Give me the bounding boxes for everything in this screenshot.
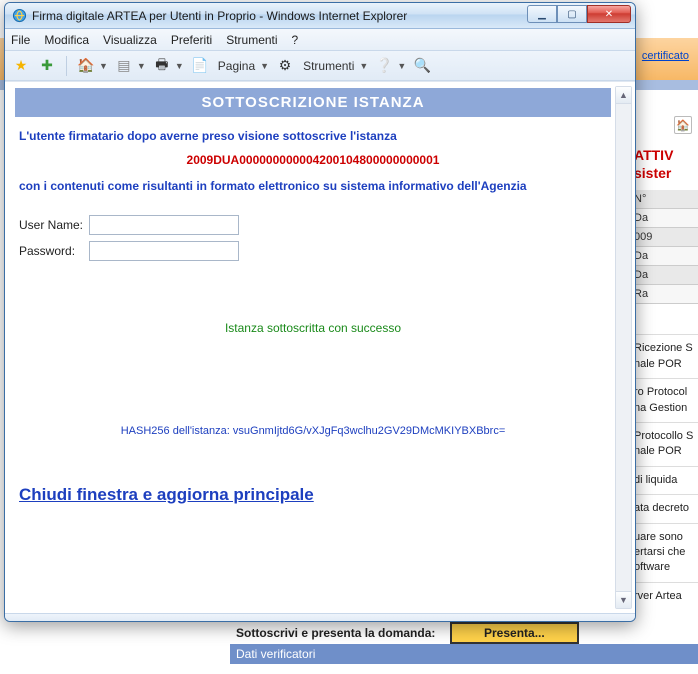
background-note: di liquida <box>632 466 698 494</box>
ie-icon <box>11 8 27 24</box>
submit-row-label: Sottoscrivi e presenta la domanda: Prese… <box>230 622 698 644</box>
menu-help[interactable]: ? <box>292 33 299 47</box>
success-message: Istanza sottoscritta con successo <box>19 321 607 335</box>
help-icon[interactable]: ❔ <box>374 56 394 76</box>
menu-view[interactable]: Visualizza <box>103 33 157 47</box>
window-titlebar[interactable]: Firma digitale ARTEA per Utenti in Propr… <box>5 3 635 29</box>
toolbar: ★ ✚ 🏠▼ ▤▼ 🖶▼ 📄 Pagina▼ ⚙ Strumenti▼ ❔▼ 🔍 <box>5 51 635 81</box>
table-row: N° <box>632 190 698 209</box>
home-icon[interactable]: 🏠 <box>76 56 96 76</box>
background-bottom: Sottoscrivi e presenta la domanda: Prese… <box>230 622 698 664</box>
username-label: User Name: <box>19 218 89 232</box>
dropdown-arrow-icon[interactable]: ▼ <box>99 61 108 71</box>
password-input[interactable] <box>89 241 239 261</box>
home-icon[interactable]: 🏠 <box>674 116 692 134</box>
feeds-icon[interactable]: ▤ <box>114 56 134 76</box>
minimize-button[interactable]: ▁ <box>527 5 557 23</box>
toolbar-page-label[interactable]: Pagina <box>218 59 255 73</box>
toolbar-tools-label[interactable]: Strumenti <box>303 59 354 73</box>
menu-favorites[interactable]: Preferiti <box>171 33 212 47</box>
close-button[interactable]: ✕ <box>587 5 631 23</box>
certificato-link[interactable]: certificato <box>642 50 689 62</box>
background-table: N° Da 009 Da Da Ra <box>632 190 698 304</box>
hash-text: HASH256 dell'istanza: vsuGnmIjtd6G/vXJgF… <box>19 425 607 437</box>
menu-tools[interactable]: Strumenti <box>226 33 277 47</box>
password-label: Password: <box>19 244 89 258</box>
table-row: 009 <box>632 228 698 247</box>
page-icon[interactable]: 📄 <box>190 56 210 76</box>
dati-verificatori-row: Dati verificatori <box>230 644 698 664</box>
dropdown-arrow-icon[interactable]: ▼ <box>260 61 269 71</box>
background-note: ro Protocol na Gestion <box>632 378 698 422</box>
vertical-scrollbar[interactable]: ▲ ▼ <box>615 86 632 609</box>
background-note: uare sono ertarsi che oftware <box>632 523 698 582</box>
instance-code: 2009DUA000000000004200104800000000001 <box>19 153 607 167</box>
background-right-panel: 🏠 ATTIV sister N° Da 009 Da Da Ra Ricezi… <box>632 110 698 674</box>
window-buttons: ▁ ▢ ✕ <box>527 5 631 23</box>
print-icon[interactable]: 🖶 <box>152 56 172 76</box>
table-row: Da <box>632 247 698 266</box>
scroll-up-button[interactable]: ▲ <box>616 87 631 104</box>
favorites-star-icon[interactable]: ★ <box>11 56 31 76</box>
intro-line-2: con i contenuti come risultanti in forma… <box>19 177 607 195</box>
table-row: Da <box>632 266 698 285</box>
dropdown-arrow-icon[interactable]: ▼ <box>137 61 146 71</box>
dropdown-arrow-icon[interactable]: ▼ <box>397 61 406 71</box>
username-input[interactable] <box>89 215 239 235</box>
ie-window: Firma digitale ARTEA per Utenti in Propr… <box>4 2 636 622</box>
add-favorite-icon[interactable]: ✚ <box>37 56 57 76</box>
table-row: Ra <box>632 285 698 304</box>
presenta-button[interactable]: Presenta... <box>450 622 579 644</box>
password-row: Password: <box>19 241 607 261</box>
username-row: User Name: <box>19 215 607 235</box>
research-icon[interactable]: 🔍 <box>412 56 432 76</box>
close-and-refresh-link[interactable]: Chiudi finestra e aggiorna principale <box>19 485 607 505</box>
status-bar <box>5 613 635 621</box>
menu-file[interactable]: File <box>11 33 30 47</box>
background-note: Protocollo S nale POR <box>632 422 698 466</box>
page-banner: SOTTOSCRIZIONE ISTANZA <box>15 88 611 117</box>
menubar: File Modifica Visualizza Preferiti Strum… <box>5 29 635 51</box>
intro-line-1: L'utente firmatario dopo averne preso vi… <box>19 127 607 145</box>
dropdown-arrow-icon[interactable]: ▼ <box>175 61 184 71</box>
background-note: ata decreto <box>632 494 698 522</box>
maximize-button[interactable]: ▢ <box>557 5 587 23</box>
toolbar-separator <box>66 56 67 76</box>
dropdown-arrow-icon[interactable]: ▼ <box>359 61 368 71</box>
background-note: Ricezione S nale POR <box>632 334 698 378</box>
scroll-down-button[interactable]: ▼ <box>616 591 631 608</box>
window-title: Firma digitale ARTEA per Utenti in Propr… <box>32 9 407 23</box>
gear-icon[interactable]: ⚙ <box>275 56 295 76</box>
menu-edit[interactable]: Modifica <box>44 33 89 47</box>
browser-viewport: SOTTOSCRIZIONE ISTANZA L'utente firmatar… <box>5 81 635 613</box>
background-note: rver Artea <box>632 582 698 610</box>
table-row: Da <box>632 209 698 228</box>
